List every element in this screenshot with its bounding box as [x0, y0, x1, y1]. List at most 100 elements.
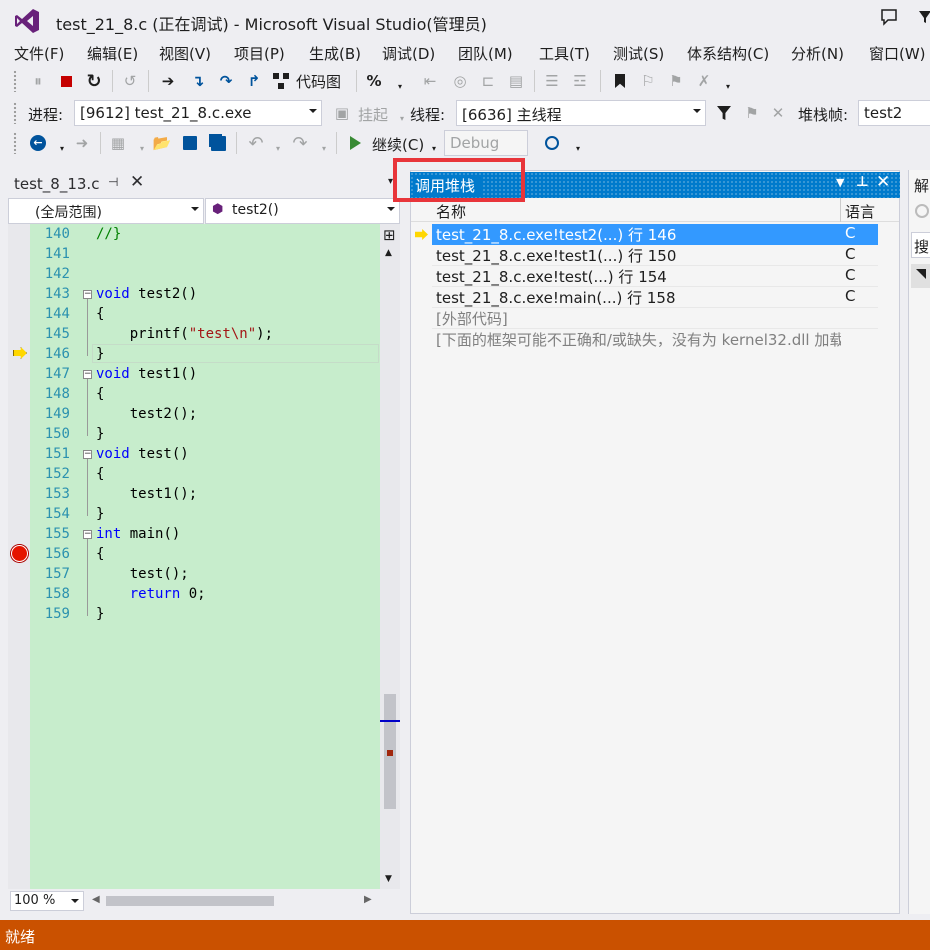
- save-icon[interactable]: [180, 133, 200, 153]
- call-stack-lang-cell[interactable]: C: [841, 224, 878, 245]
- collapse-icon[interactable]: −: [83, 530, 92, 539]
- auto-hide-pin-icon[interactable]: ⊥: [856, 174, 869, 190]
- open-file-icon[interactable]: 📂: [152, 133, 172, 153]
- scroll-up-icon[interactable]: ▲: [385, 248, 392, 258]
- suspend-icon[interactable]: ▣: [332, 103, 352, 123]
- call-stack-row[interactable]: test_21_8.c.exe!main(...) 行 158: [432, 287, 878, 308]
- call-stack-lang-cell[interactable]: C: [841, 245, 878, 266]
- clear-bookmarks-icon[interactable]: ✗: [694, 71, 714, 91]
- uncomment-icon[interactable]: ☲: [570, 71, 590, 91]
- threads-icon[interactable]: ⊏: [478, 71, 498, 91]
- menu-build[interactable]: 生成(B): [309, 43, 361, 64]
- menu-edit[interactable]: 编辑(E): [87, 43, 138, 64]
- scroll-right-icon[interactable]: ▶: [364, 894, 372, 905]
- close-icon[interactable]: ✕: [130, 172, 144, 192]
- restart-icon[interactable]: ↻: [84, 71, 104, 92]
- toolbar-overflow-icon-3[interactable]: ▾: [568, 138, 588, 158]
- tree-item-selected[interactable]: [911, 264, 930, 288]
- language-column-header[interactable]: 语言: [845, 201, 875, 222]
- bookmark-icon[interactable]: [610, 71, 630, 91]
- find-in-files-icon[interactable]: [542, 133, 562, 153]
- continue-icon[interactable]: [345, 133, 365, 153]
- call-stack-row[interactable]: test_21_8.c.exe!test(...) 行 154: [432, 266, 878, 287]
- feedback-icon[interactable]: [880, 8, 898, 26]
- toolbar-overflow-icon[interactable]: ▾: [390, 76, 410, 96]
- undo-icon[interactable]: ↶: [246, 133, 266, 154]
- menu-project[interactable]: 项目(P): [234, 43, 285, 64]
- scroll-left-icon[interactable]: ◀: [92, 894, 100, 905]
- thread-filter-icon[interactable]: [714, 103, 734, 123]
- hex-display-icon[interactable]: %: [364, 71, 384, 91]
- new-dropdown-icon[interactable]: ▾: [132, 138, 152, 158]
- collapse-icon[interactable]: −: [83, 370, 92, 379]
- call-stack-lang-cell[interactable]: C: [841, 266, 878, 287]
- toolbar-grip[interactable]: [13, 70, 17, 92]
- step-over-icon[interactable]: ↷: [216, 71, 236, 91]
- call-stack-row[interactable]: test_21_8.c.exe!test1(...) 行 150: [432, 245, 878, 266]
- collapse-icon[interactable]: −: [83, 450, 92, 459]
- back-dropdown-icon[interactable]: ▾: [52, 138, 72, 158]
- code-map-icon[interactable]: [272, 72, 290, 90]
- break-all-icon[interactable]: ⏸: [28, 71, 48, 91]
- menu-view[interactable]: 视图(V): [159, 43, 211, 64]
- watch-icon[interactable]: ◎: [450, 71, 470, 91]
- horizontal-scrollbar-thumb[interactable]: [106, 896, 274, 906]
- name-column-header[interactable]: 名称: [436, 201, 466, 222]
- menu-debug[interactable]: 调试(D): [382, 43, 435, 64]
- continue-dropdown-icon[interactable]: ▾: [424, 138, 444, 158]
- next-bookmark-icon[interactable]: ⚑: [666, 71, 686, 91]
- undo-dropdown-icon[interactable]: ▾: [268, 138, 288, 158]
- close-icon[interactable]: ✕: [876, 172, 890, 192]
- call-stack-lang-cell[interactable]: C: [841, 287, 878, 308]
- scope-select[interactable]: (全局范围): [8, 198, 204, 224]
- filter-notifications-icon[interactable]: [918, 10, 930, 24]
- toolbar-grip[interactable]: [13, 102, 17, 124]
- redo-icon[interactable]: ↷: [290, 133, 310, 154]
- editor-tab[interactable]: test_8_13.c ⊣ ✕: [8, 170, 152, 196]
- menu-tools[interactable]: 工具(T): [539, 43, 590, 64]
- process-select[interactable]: [9612] test_21_8.c.exe: [74, 100, 322, 126]
- show-flagged-threads-icon[interactable]: ✕: [768, 103, 788, 123]
- member-select[interactable]: ⬢ test2(): [205, 198, 400, 224]
- new-project-icon[interactable]: ▦: [108, 133, 128, 153]
- solution-config-select[interactable]: Debug: [444, 130, 528, 156]
- menu-test[interactable]: 测试(S): [613, 43, 664, 64]
- menu-analyze[interactable]: 分析(N): [791, 43, 844, 64]
- editor-vertical-scrollbar[interactable]: ⊞ ▲ ▼: [380, 224, 400, 889]
- navigate-forward-icon[interactable]: ➜: [72, 133, 92, 153]
- thread-select[interactable]: [6636] 主线程: [456, 100, 706, 126]
- pin-icon[interactable]: ⊣: [108, 175, 118, 189]
- continue-label[interactable]: 继续(C): [372, 134, 424, 155]
- menu-window[interactable]: 窗口(W): [869, 43, 926, 64]
- menu-architecture[interactable]: 体系结构(C): [687, 43, 769, 64]
- stack-frame-select[interactable]: test2: [858, 100, 930, 126]
- prev-bookmark-icon[interactable]: ⚐: [638, 71, 658, 91]
- step-out-icon[interactable]: ↱: [244, 71, 264, 91]
- bookmark-prev-icon[interactable]: ⇤: [420, 71, 440, 91]
- toolbar-grip[interactable]: [13, 132, 17, 154]
- comment-icon[interactable]: ☰: [542, 71, 562, 91]
- apply-code-changes-icon[interactable]: ↺: [120, 71, 140, 91]
- redo-dropdown-icon[interactable]: ▾: [314, 138, 334, 158]
- solution-explorer-title[interactable]: 解: [914, 175, 929, 196]
- suspend-dropdown-icon[interactable]: ▾: [392, 108, 412, 128]
- call-stack-row[interactable]: [下面的框架可能不正确和/或缺失，没有为 kernel32.dll 加载: [432, 329, 841, 350]
- breakpoint-icon[interactable]: [11, 545, 28, 562]
- show-next-statement-icon[interactable]: ➔: [158, 71, 178, 91]
- menu-team[interactable]: 团队(M): [458, 43, 513, 64]
- flag-thread-icon[interactable]: ⚑: [742, 103, 762, 123]
- split-window-icon[interactable]: ⊞: [383, 226, 396, 244]
- window-position-dropdown-icon[interactable]: ▼: [836, 176, 844, 189]
- code-map-label[interactable]: 代码图: [296, 71, 341, 92]
- scroll-down-icon[interactable]: ▼: [385, 874, 392, 884]
- navigate-back-icon[interactable]: ←: [28, 133, 48, 153]
- menu-file[interactable]: 文件(F): [14, 43, 64, 64]
- modules-icon[interactable]: ▤: [506, 71, 526, 91]
- toolbar-overflow-icon-2[interactable]: ▾: [718, 76, 738, 96]
- collapse-icon[interactable]: −: [83, 290, 92, 299]
- save-all-icon[interactable]: [208, 133, 228, 153]
- call-stack-row[interactable]: test_21_8.c.exe!test2(...) 行 146: [432, 224, 878, 245]
- search-solution-explorer-input[interactable]: 搜: [911, 232, 930, 258]
- call-stack-row[interactable]: [外部代码]: [432, 308, 878, 329]
- home-icon[interactable]: [915, 204, 929, 218]
